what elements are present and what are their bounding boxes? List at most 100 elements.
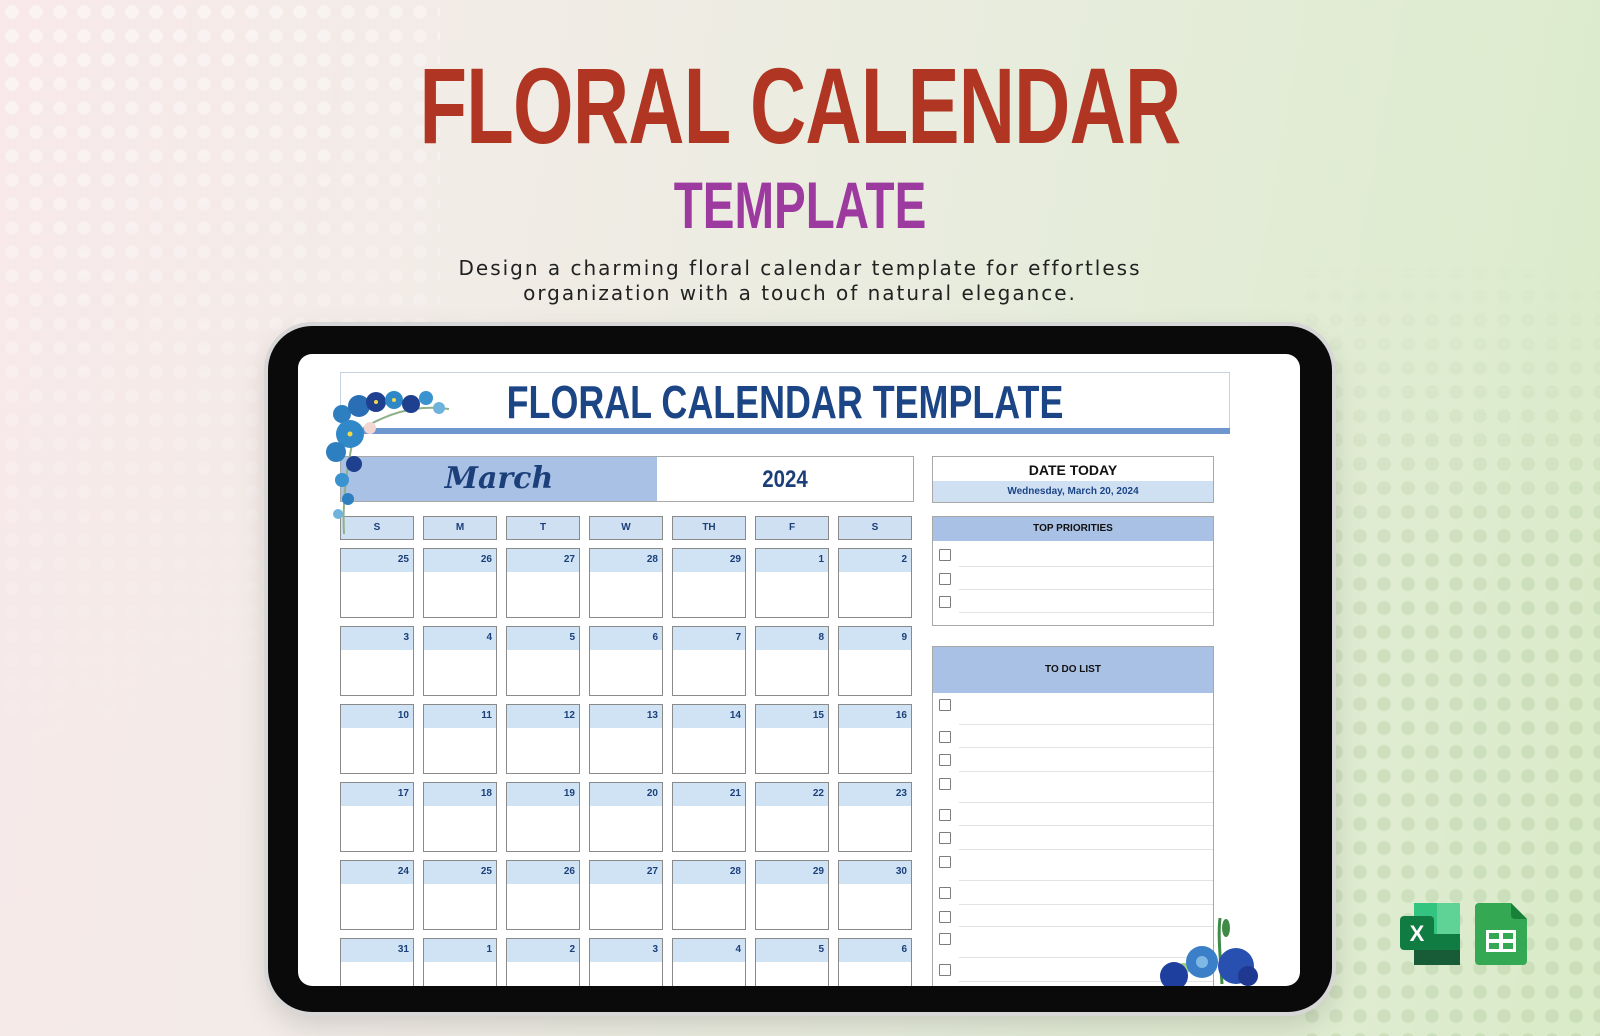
day-number: 17	[341, 783, 413, 806]
calendar-day-cell[interactable]: 28	[589, 548, 663, 618]
calendar-day-cell[interactable]: 17	[340, 782, 414, 852]
top-priorities-panel: TOP PRIORITIES	[932, 516, 1214, 626]
calendar-day-cell[interactable]: 29	[755, 860, 829, 930]
calendar-day-cell[interactable]: 14	[672, 704, 746, 774]
calendar-day-cell[interactable]: 31	[340, 938, 414, 986]
calendar-day-cell[interactable]: 5	[755, 938, 829, 986]
excel-icon[interactable]: X	[1400, 903, 1462, 965]
checklist-row[interactable]	[939, 693, 1213, 725]
calendar-day-cell[interactable]: 25	[340, 548, 414, 618]
calendar-day-cell[interactable]: 30	[838, 860, 912, 930]
month-cell[interactable]: March	[341, 457, 657, 501]
checklist-row[interactable]	[939, 958, 1213, 982]
calendar-day-cell[interactable]: 28	[672, 860, 746, 930]
day-number: 23	[839, 783, 911, 806]
tablet-frame: FLORAL CALENDAR TEMPLATE March 2024 SMTW…	[268, 326, 1332, 1012]
weekday-header: S	[340, 516, 414, 540]
calendar-day-cell[interactable]: 3	[589, 938, 663, 986]
calendar-day-cell[interactable]: 13	[589, 704, 663, 774]
hero-title: FLORAL CALENDAR	[419, 45, 1182, 166]
calendar-day-cell[interactable]: 4	[423, 626, 497, 696]
checkbox[interactable]	[939, 809, 951, 821]
checklist-row[interactable]	[939, 725, 1213, 748]
checkbox[interactable]	[939, 778, 951, 790]
checkbox[interactable]	[939, 573, 951, 585]
day-number: 18	[424, 783, 496, 806]
calendar-day-cell[interactable]: 10	[340, 704, 414, 774]
day-number: 16	[839, 705, 911, 728]
checklist-row[interactable]	[939, 803, 1213, 826]
calendar-day-cell[interactable]: 29	[672, 548, 746, 618]
checklist-row[interactable]	[939, 905, 1213, 927]
checkbox[interactable]	[939, 887, 951, 899]
calendar-day-cell[interactable]: 26	[423, 548, 497, 618]
calendar-day-cell[interactable]: 21	[672, 782, 746, 852]
day-number: 2	[507, 939, 579, 962]
date-today-value[interactable]: Wednesday, March 20, 2024	[933, 481, 1213, 502]
checklist-row[interactable]	[939, 927, 1213, 958]
checkbox[interactable]	[939, 911, 951, 923]
top-priorities-header: TOP PRIORITIES	[933, 517, 1213, 541]
calendar-day-cell[interactable]: 24	[340, 860, 414, 930]
excel-letter: X	[1410, 921, 1425, 946]
day-number: 26	[507, 861, 579, 884]
hero-description-line: Design a charming floral calendar templa…	[458, 256, 1142, 280]
checklist-row[interactable]	[939, 567, 1213, 590]
checkbox[interactable]	[939, 699, 951, 711]
calendar-day-cell[interactable]: 9	[838, 626, 912, 696]
calendar-day-cell[interactable]: 2	[506, 938, 580, 986]
day-number: 3	[341, 627, 413, 650]
day-number: 28	[590, 549, 662, 572]
calendar-day-cell[interactable]: 22	[755, 782, 829, 852]
calendar-day-cell[interactable]: 15	[755, 704, 829, 774]
calendar-day-cell[interactable]: 27	[589, 860, 663, 930]
calendar-day-cell[interactable]: 20	[589, 782, 663, 852]
calendar-day-cell[interactable]: 19	[506, 782, 580, 852]
year-cell[interactable]: 2024	[676, 457, 894, 503]
calendar-day-cell[interactable]: 1	[755, 548, 829, 618]
checkbox[interactable]	[939, 933, 951, 945]
checkbox[interactable]	[939, 754, 951, 766]
calendar-day-cell[interactable]: 8	[755, 626, 829, 696]
checklist-row[interactable]	[939, 881, 1213, 905]
day-number: 27	[590, 861, 662, 884]
calendar-day-cell[interactable]: 23	[838, 782, 912, 852]
calendar-day-cell[interactable]: 7	[672, 626, 746, 696]
checklist-row[interactable]	[939, 850, 1213, 881]
checkbox[interactable]	[939, 856, 951, 868]
hero-description-line: organization with a touch of natural ele…	[523, 281, 1077, 305]
calendar-day-cell[interactable]: 16	[838, 704, 912, 774]
calendar-day-cell[interactable]: 5	[506, 626, 580, 696]
day-number: 1	[756, 549, 828, 572]
checklist-row[interactable]	[939, 772, 1213, 803]
calendar-day-cell[interactable]: 25	[423, 860, 497, 930]
calendar-day-cell[interactable]: 1	[423, 938, 497, 986]
calendar-day-cell[interactable]: 3	[340, 626, 414, 696]
checkbox[interactable]	[939, 596, 951, 608]
checklist-row[interactable]	[939, 590, 1213, 613]
calendar-day-cell[interactable]: 27	[506, 548, 580, 618]
day-number: 29	[756, 861, 828, 884]
checkbox[interactable]	[939, 964, 951, 976]
calendar-day-cell[interactable]: 12	[506, 704, 580, 774]
day-number: 25	[424, 861, 496, 884]
calendar-day-cell[interactable]: 6	[838, 938, 912, 986]
google-sheets-icon[interactable]	[1475, 903, 1527, 965]
day-number: 26	[424, 549, 496, 572]
checklist-row[interactable]	[939, 543, 1213, 567]
calendar-day-cell[interactable]: 4	[672, 938, 746, 986]
checkbox[interactable]	[939, 731, 951, 743]
calendar-day-cell[interactable]: 6	[589, 626, 663, 696]
calendar-day-cell[interactable]: 26	[506, 860, 580, 930]
day-number: 11	[424, 705, 496, 728]
checklist-row[interactable]	[939, 826, 1213, 850]
weekday-header: W	[589, 516, 663, 540]
calendar-day-cell[interactable]: 11	[423, 704, 497, 774]
todo-list-panel: TO DO LIST	[932, 646, 1214, 986]
checkbox[interactable]	[939, 549, 951, 561]
calendar-day-cell[interactable]: 18	[423, 782, 497, 852]
day-number: 29	[673, 549, 745, 572]
calendar-day-cell[interactable]: 2	[838, 548, 912, 618]
checkbox[interactable]	[939, 832, 951, 844]
checklist-row[interactable]	[939, 748, 1213, 772]
